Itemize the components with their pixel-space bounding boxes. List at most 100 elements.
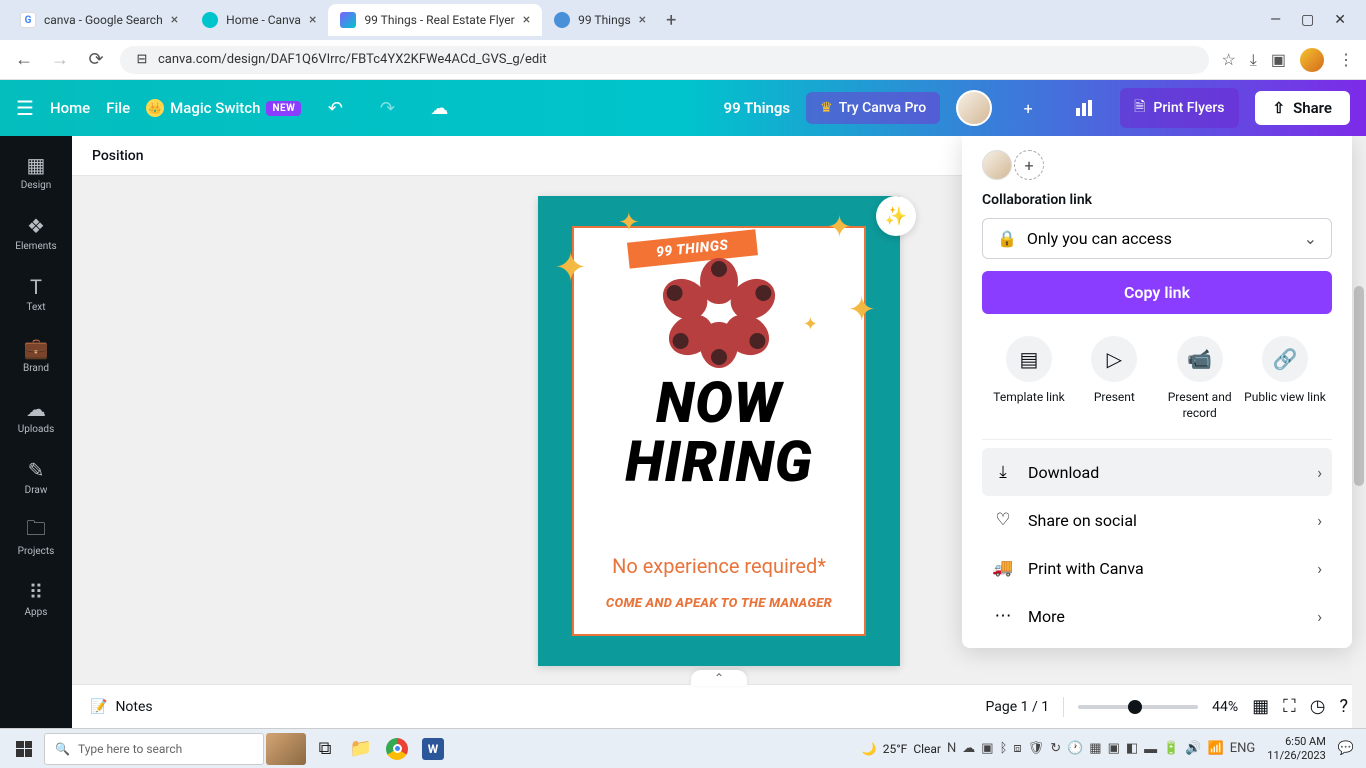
app-tray-icon-3[interactable]: ◧ [1126, 741, 1138, 756]
onedrive-tray-icon[interactable]: ☁ [962, 741, 975, 756]
task-view-icon[interactable]: ⧉ [308, 733, 342, 765]
redo-button[interactable]: ↷ [369, 90, 405, 126]
rail-text[interactable]: TText [0, 266, 72, 323]
profile-avatar[interactable] [1300, 48, 1324, 72]
taskbar-clock[interactable]: 6:50 AM 11/26/2023 [1267, 735, 1326, 761]
vertical-scrollbar[interactable] [1352, 136, 1366, 728]
share-button[interactable]: ⇧ Share [1255, 91, 1351, 125]
print-canva-row[interactable]: 🚚 Print with Canva › [982, 544, 1332, 592]
security-tray-icon[interactable]: 🛡 [1028, 741, 1045, 756]
onenote-tray-icon[interactable]: N [947, 741, 956, 756]
more-row[interactable]: ⋯ More › [982, 592, 1332, 640]
position-button[interactable]: Position [92, 148, 144, 164]
reload-button[interactable]: ⟳ [84, 48, 108, 72]
timer-icon[interactable]: ◷ [1310, 696, 1326, 717]
browser-tab-1[interactable]: Home - Canva × [190, 4, 328, 36]
home-link[interactable]: Home [50, 99, 90, 117]
present-record-button[interactable]: 📹 Present and record [1159, 336, 1241, 421]
zoom-slider[interactable] [1078, 705, 1198, 709]
magic-switch-button[interactable]: 👑 Magic Switch NEW [146, 99, 301, 117]
scrollbar-thumb[interactable] [1354, 286, 1364, 486]
close-icon[interactable]: × [309, 12, 316, 28]
zoom-value[interactable]: 44% [1212, 699, 1238, 715]
rail-elements[interactable]: ❖Elements [0, 205, 72, 262]
rail-apps[interactable]: ⠿Apps [0, 571, 72, 628]
share-social-row[interactable]: ♡ Share on social › [982, 496, 1332, 544]
bluetooth-tray-icon[interactable]: ᛒ [1000, 741, 1008, 756]
kebab-menu-icon[interactable]: ⋮ [1338, 50, 1354, 69]
taskbar-search[interactable]: 🔍 Type here to search [44, 733, 264, 765]
minimize-button[interactable]: — [1270, 12, 1281, 28]
weather-widget[interactable]: 🌙 25°F Clear [862, 742, 941, 756]
rail-design[interactable]: ▦Design [0, 144, 72, 201]
box-tray-icon[interactable]: ▣ [981, 741, 993, 756]
browser-tab-3[interactable]: 99 Things × [542, 4, 658, 36]
hamburger-icon[interactable]: ☰ [16, 96, 34, 120]
fullscreen-icon[interactable]: ⛶ [1283, 696, 1296, 717]
new-tab-button[interactable]: + [658, 6, 684, 35]
collaborator-avatar[interactable] [956, 90, 992, 126]
grid-view-icon[interactable]: ▦ [1252, 696, 1269, 717]
bookmark-icon[interactable]: ☆ [1221, 50, 1235, 69]
app-tray-icon-2[interactable]: ▣ [1108, 741, 1120, 756]
notes-button[interactable]: 📝 Notes [90, 699, 153, 715]
volume-tray-icon[interactable]: 🔊 [1185, 741, 1201, 756]
owner-avatar[interactable] [982, 150, 1012, 180]
copy-link-button[interactable]: Copy link [982, 271, 1332, 314]
analytics-button[interactable] [1064, 88, 1104, 128]
zoom-slider-thumb[interactable] [1128, 700, 1142, 714]
dropbox-tray-icon[interactable]: ⧈ [1013, 741, 1021, 756]
present-button[interactable]: ▷ Present [1073, 336, 1155, 421]
battery-tray-icon[interactable]: 🔋 [1163, 741, 1179, 756]
browser-tab-2[interactable]: 99 Things - Real Estate Flyer × [328, 4, 542, 36]
gpu-tray-icon[interactable]: ▬ [1144, 741, 1157, 757]
reader-icon[interactable]: ▣ [1271, 50, 1286, 69]
language-indicator[interactable]: ENG [1230, 741, 1256, 756]
rail-uploads[interactable]: ☁Uploads [0, 388, 72, 445]
close-icon[interactable]: × [171, 12, 178, 28]
flyer-subtext-2[interactable]: COME AND APEAK TO THE MANAGER [538, 596, 900, 611]
wifi-tray-icon[interactable]: 📶 [1208, 741, 1224, 756]
rail-draw[interactable]: ✎Draw [0, 449, 72, 506]
site-info-icon[interactable]: ⊟ [134, 52, 150, 68]
add-collaborator-button[interactable]: + [1008, 88, 1048, 128]
download-icon[interactable]: ⤓ [1250, 50, 1257, 70]
help-icon[interactable]: ? [1339, 696, 1348, 717]
app-tray-icon[interactable]: ▦ [1089, 741, 1101, 756]
page-handle[interactable]: ⌃ [691, 670, 747, 686]
clock-tray-icon[interactable]: 🕐 [1067, 741, 1083, 756]
public-view-link-button[interactable]: 🔗 Public view link [1244, 336, 1326, 421]
try-pro-button[interactable]: ♛ Try Canva Pro [806, 92, 940, 124]
flower-graphic[interactable] [664, 258, 774, 368]
download-row[interactable]: ⤓ Download › [982, 448, 1332, 496]
close-icon[interactable]: × [523, 12, 530, 28]
url-input[interactable]: ⊟ canva.com/design/DAF1Q6VIrrc/FBTc4YX2K… [120, 46, 1209, 74]
browser-tab-0[interactable]: G canva - Google Search × [8, 4, 190, 36]
flyer-canvas[interactable]: ✦ ✦ ✦ ✦ ✦ 99 THINGS NOW HIRING No experi… [538, 196, 900, 666]
template-link-button[interactable]: ▤ Template link [988, 336, 1070, 421]
access-dropdown[interactable]: 🔒 Only you can access ⌄ [982, 218, 1332, 259]
undo-button[interactable]: ↶ [317, 90, 353, 126]
start-button[interactable] [6, 733, 42, 765]
task-thumb[interactable] [266, 733, 306, 765]
file-explorer-icon[interactable]: 📁 [344, 733, 378, 765]
print-flyers-button[interactable]: 🗎 Print Flyers [1120, 88, 1238, 128]
regenerate-button[interactable]: ✨ [876, 196, 916, 236]
notifications-icon[interactable]: 💬 [1338, 741, 1354, 756]
close-window-button[interactable]: ✕ [1334, 12, 1346, 28]
chrome-icon[interactable] [380, 733, 414, 765]
file-menu[interactable]: File [106, 99, 130, 117]
back-button[interactable]: ← [12, 48, 36, 72]
document-title[interactable]: 99 Things [724, 99, 791, 117]
sync-tray-icon[interactable]: ↻ [1050, 741, 1061, 756]
close-icon[interactable]: × [639, 12, 646, 28]
maximize-button[interactable]: ▢ [1301, 12, 1314, 28]
flyer-subtext-1[interactable]: No experience required* [538, 554, 900, 578]
cloud-sync-icon[interactable]: ☁ [421, 90, 457, 126]
word-icon[interactable]: W [416, 733, 450, 765]
rail-brand[interactable]: 💼Brand [0, 327, 72, 384]
rail-projects[interactable]: 🗀Projects [0, 510, 72, 567]
forward-button[interactable]: → [48, 48, 72, 72]
add-person-button[interactable]: + [1014, 150, 1044, 180]
flyer-headline[interactable]: NOW HIRING [538, 374, 900, 492]
